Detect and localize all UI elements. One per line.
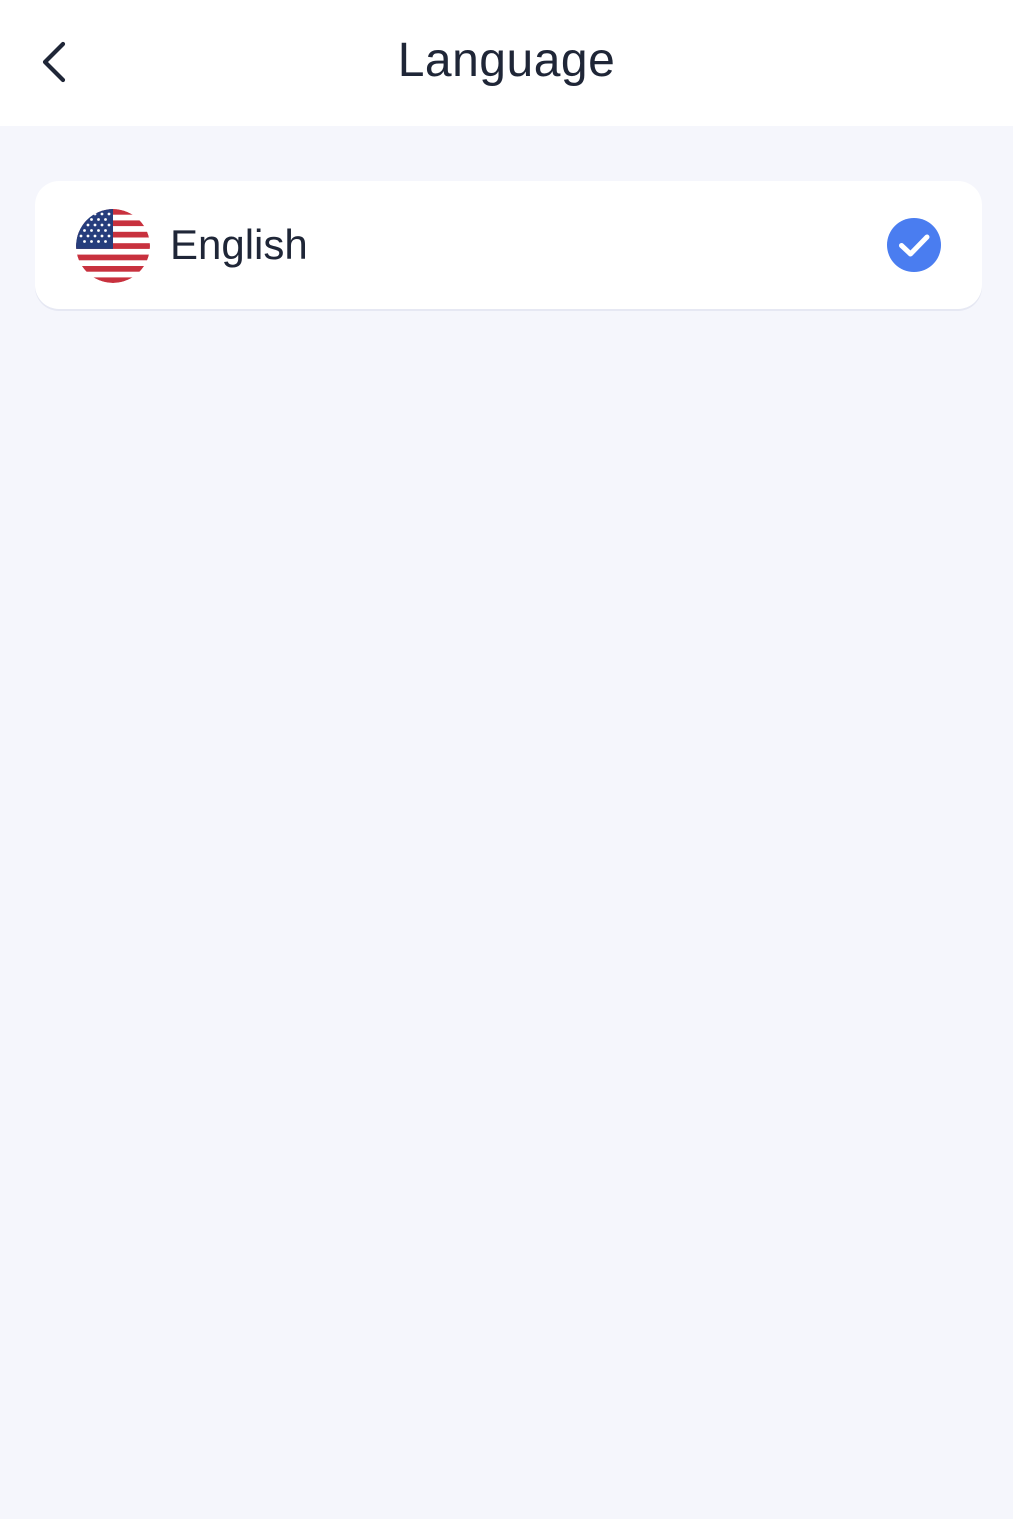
language-option-english[interactable]: English [35,181,982,309]
top-app-bar: Language [0,0,1013,126]
page-title: Language [397,34,616,87]
us-flag-icon [76,209,150,283]
checkmark-circle-icon [887,218,941,272]
language-label: English [170,221,308,268]
